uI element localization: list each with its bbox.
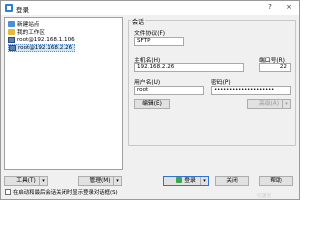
tree-item-label: root@192.168.1.106 (17, 37, 75, 43)
protocol-label: 文件协议(F) (134, 31, 166, 37)
edit-button[interactable]: 编辑(E) (134, 99, 170, 109)
app-logo-icon (5, 4, 13, 12)
tree-item-site-106[interactable]: root@192.168.1.106 (8, 36, 75, 44)
login-button[interactable]: 登录 ▾ (163, 176, 209, 186)
server-icon (9, 45, 16, 51)
chevron-down-icon: ▾ (200, 177, 208, 185)
tree-item-new-site[interactable]: 新建站点 (8, 20, 39, 28)
username-label: 用户名(U) (134, 80, 161, 86)
title-bar: 登录 ? × (1, 1, 299, 15)
server-icon (8, 37, 15, 43)
tree-item-site-26[interactable]: root@192.168.2.26 (8, 44, 76, 52)
password-input[interactable]: •••••••••••••••••••• (211, 86, 291, 95)
protocol-select[interactable]: SFTP (134, 37, 184, 46)
help-button[interactable]: 帮助 (259, 176, 293, 186)
manage-button[interactable]: 管理(M) ▾ (78, 176, 122, 186)
chevron-down-icon: ▾ (282, 100, 290, 108)
startup-checkbox-label: 在启动和最后会话关闭时显示登录对话框(S) (13, 190, 118, 196)
login-icon (176, 177, 183, 183)
tree-item-label: root@192.168.2.26 (18, 45, 73, 51)
new-site-icon (8, 21, 15, 27)
tree-item-label: 我的工作区 (17, 30, 45, 36)
tree-item-label: 新建站点 (17, 22, 40, 28)
watermark: 亿速云 (257, 194, 272, 199)
window-title: 登录 (16, 6, 29, 14)
login-dialog: 登录 ? × 新建站点 我的工作区 root@192.168.1.106 roo… (0, 0, 300, 200)
tree-item-workspace[interactable]: 我的工作区 (8, 28, 45, 36)
chevron-down-icon: ▾ (113, 177, 121, 185)
site-tree[interactable]: 新建站点 我的工作区 root@192.168.1.106 root@192.1… (4, 17, 123, 170)
help-icon[interactable]: ? (263, 2, 277, 13)
username-input[interactable]: root (134, 86, 204, 95)
advanced-button[interactable]: 高级(A) ▾ (247, 99, 291, 109)
password-label: 密码(P) (211, 80, 231, 86)
tools-button[interactable]: 工具(T) ▾ (4, 176, 48, 186)
close-icon[interactable]: × (282, 2, 296, 13)
login-button-label: 登录 (184, 178, 196, 184)
session-group-label: 会话 (131, 17, 146, 26)
advanced-button-label: 高级(A) (258, 101, 280, 107)
close-button[interactable]: 关闭 (215, 176, 249, 186)
chevron-down-icon: ▾ (39, 177, 47, 185)
folder-icon (8, 29, 15, 35)
host-input[interactable]: 192.168.2.26 (134, 63, 244, 72)
port-input[interactable]: 22 (259, 63, 291, 72)
tools-button-label: 工具(T) (16, 178, 36, 184)
startup-checkbox[interactable] (5, 189, 11, 195)
manage-button-label: 管理(M) (89, 178, 111, 184)
